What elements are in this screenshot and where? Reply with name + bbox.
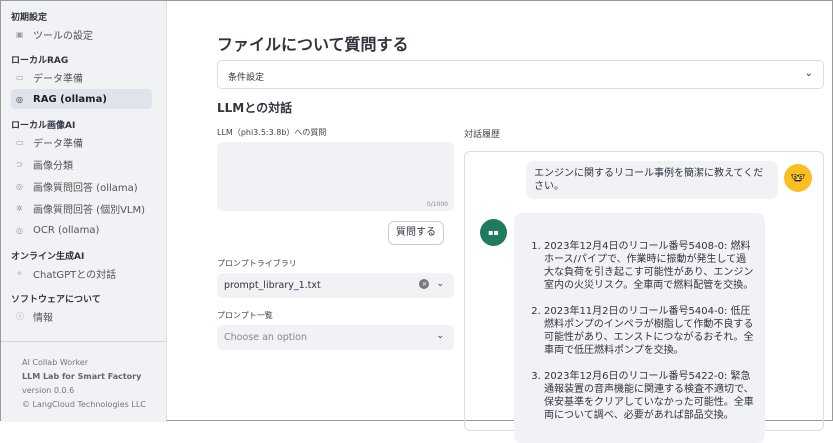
prompt-list-label: プロンプト一覧 xyxy=(217,311,273,320)
library-select[interactable]: prompt_library_1.txt × ⌄ xyxy=(217,273,454,298)
user-message: エンジンに関するリコール事例を簡潔に教えてください。 xyxy=(526,161,778,199)
sidebar-section-title: 初期設定 xyxy=(11,13,48,23)
brain-icon: ◎ xyxy=(16,94,23,104)
chevron-down-icon: ⌄ xyxy=(436,331,444,341)
library-label: プロンプトライブラリ xyxy=(217,259,297,268)
answer-item: 2023年12月6日のリコール番号5422-0: 緊急通報装置の音声機能に関連す… xyxy=(544,370,755,422)
app-name: AI Collab Worker xyxy=(22,358,89,367)
chevron-down-icon: ⌄ xyxy=(804,68,813,79)
product-name: LLM Lab for Smart Factory xyxy=(22,372,142,381)
clear-icon[interactable]: × xyxy=(419,279,430,289)
sidebar-item-label: 情報 xyxy=(33,312,53,324)
brain-icon: ◎ xyxy=(16,181,23,191)
sidebar-section-title: ローカルRAG xyxy=(11,56,69,66)
char-count: 0/1000 xyxy=(426,201,448,208)
page-title: ファイルについて質問する xyxy=(217,35,409,54)
sidebar-item-label: データ準備 xyxy=(33,73,83,85)
gear-icon: ▣ xyxy=(16,29,24,39)
sparkle-icon: ✧ xyxy=(16,268,23,278)
version: version 0.0.6 xyxy=(22,386,75,395)
sidebar-footer: AI Collab Worker LLM Lab for Smart Factor… xyxy=(1,341,167,412)
sidebar-item[interactable]: ▣ ツールの設定 xyxy=(11,24,152,44)
expander-label: 条件設定 xyxy=(228,73,265,83)
sidebar-item[interactable]: ✲ 画像質問回答 (個別VLM) xyxy=(11,198,152,218)
sidebar-item-label: 画像質問回答 (ollama) xyxy=(33,182,138,194)
help-icon: ⓘ xyxy=(16,311,24,321)
sidebar-item-label: データ準備 xyxy=(33,138,83,150)
sidebar-section-title: ソフトウェアについて xyxy=(11,295,101,305)
assistant-message: 2023年12月4日のリコール番号5408-0: 燃料ホース/パイプで、作業時に… xyxy=(514,213,765,443)
copyright: © LangCloud Technologies LLC xyxy=(22,400,146,409)
sidebar-item[interactable]: ✧ ChatGPTとの対話 xyxy=(11,263,152,283)
sidebar-section-title: オンライン生成AI xyxy=(11,252,85,262)
sidebar-item-label: 画像分類 xyxy=(33,160,73,172)
sidebar-item[interactable]: ⓘ 情報 xyxy=(11,306,152,326)
sidebar-item[interactable]: ▭ データ準備 xyxy=(11,132,152,152)
ask-button[interactable]: 質問する xyxy=(388,221,444,245)
question-label: LLM（phi3.5:3.8b）への質問 xyxy=(217,128,327,137)
chevron-down-icon: ⌄ xyxy=(436,279,444,289)
chat-history[interactable]: エンジンに関するリコール事例を簡潔に教えてください。 🤓 ▪▪ 2023年12月… xyxy=(464,151,824,443)
label-icon: ⊃ xyxy=(16,159,23,169)
question-input[interactable]: 0/1000 xyxy=(217,142,454,211)
sidebar-item-label: 画像質問回答 (個別VLM) xyxy=(33,204,146,216)
user-avatar-icon: 🤓 xyxy=(784,164,812,192)
section-heading: LLMとの対話 xyxy=(217,101,293,115)
folder-icon: ▭ xyxy=(16,72,24,82)
sidebar-item-label: OCR (ollama) xyxy=(33,224,100,236)
prompt-list-placeholder: Choose an option xyxy=(224,332,307,343)
sidebar-item[interactable]: ◎ OCR (ollama) xyxy=(11,220,152,240)
conditions-expander[interactable]: 条件設定 ⌄ xyxy=(217,60,824,89)
prompt-list-select[interactable]: Choose an option ⌄ xyxy=(217,325,454,350)
sidebar-item[interactable]: ◎ 画像質問回答 (ollama) xyxy=(11,176,152,196)
sidebar-item[interactable]: ◎ RAG (ollama) xyxy=(11,89,152,109)
answer-item: 2023年12月4日のリコール番号5408-0: 燃料ホース/パイプで、作業時に… xyxy=(544,240,755,292)
sidebar-item-label: ChatGPTとの対話 xyxy=(33,269,117,281)
library-value: prompt_library_1.txt xyxy=(224,280,321,291)
sidebar-section-title: ローカル画像AI xyxy=(11,121,76,131)
sidebar-item-label: ツールの設定 xyxy=(33,30,93,42)
brain-icon: ◎ xyxy=(16,225,23,235)
sidebar-item[interactable]: ▭ データ準備 xyxy=(11,67,152,87)
sidebar: 初期設定 ▣ ツールの設定ローカルRAG ▭ データ準備 ◎ RAG (ollama) ローカ… xyxy=(1,1,167,422)
main-content: ファイルについて質問する 条件設定 ⌄ LLMとの対話 LLM（phi3.5:3.… xyxy=(167,1,832,443)
folder-icon: ▭ xyxy=(16,137,24,147)
sidebar-item[interactable]: ⊃ 画像分類 xyxy=(11,154,152,174)
answer-item: 2023年11月2日のリコール番号5404-0: 低圧燃料ポンプのインペラが樹脂… xyxy=(544,305,755,357)
hub-icon: ✲ xyxy=(16,203,23,213)
history-label: 対話履歴 xyxy=(464,130,501,140)
bot-avatar-icon: ▪▪ xyxy=(480,219,507,246)
sidebar-item-label: RAG (ollama) xyxy=(33,93,107,105)
